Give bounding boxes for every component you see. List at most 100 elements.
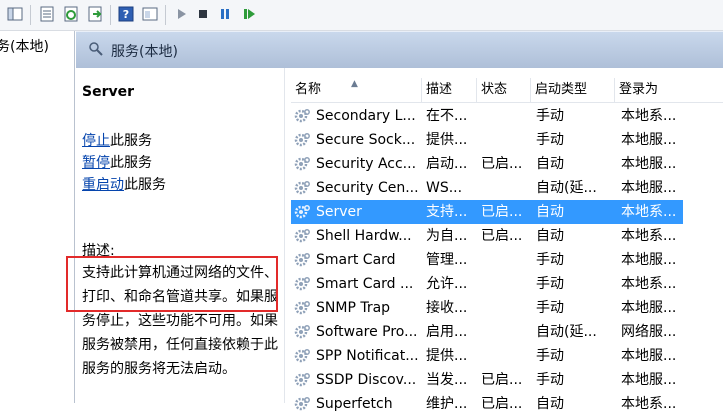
service-name-cell: Server [316,204,362,220]
service-row[interactable]: Software Pro... 启用... 自动(延... 网络服... [291,320,683,344]
service-logon-cell: 本地服... [621,252,677,268]
service-desc-cell: 在不... [426,108,468,124]
service-startup-cell: 手动 [536,300,564,316]
column-header-description[interactable]: 描述 [422,78,477,102]
action-suffix: 此服务 [124,177,166,193]
service-status-cell [481,104,533,128]
service-row[interactable]: Server 支持... 已启... 自动 本地系... [291,200,683,224]
service-row[interactable]: Smart Card ... 允许... 手动 本地系... [291,272,683,296]
service-row[interactable]: Secure Sock... 提供... 手动 本地服... [291,128,683,152]
column-header-status[interactable]: 状态 [477,78,531,102]
toolbar-separator [30,5,31,25]
service-startup-cell: 手动 [536,252,564,268]
services-header-bar: 服务(本地) [76,31,723,68]
svg-text:?: ? [123,8,129,21]
column-header-startup-type[interactable]: 启动类型 [531,78,615,102]
resume-service-icon[interactable] [240,5,258,23]
export-list-icon[interactable] [86,5,104,23]
service-name-cell: SNMP Trap [316,300,391,316]
service-startup-cell: 自动 [536,228,564,244]
service-row[interactable]: Secondary L... 在不... 手动 本地系... [291,104,683,128]
service-status-cell: 已启... [481,156,523,172]
action-suffix: 此服务 [110,133,152,149]
refresh-icon[interactable] [62,5,80,23]
service-row[interactable]: SPP Notificat... 提供... 手动 本地服... [291,344,683,368]
service-startup-cell: 手动 [536,348,564,364]
service-logon-cell: 本地系... [621,108,677,124]
service-logon-cell: 本地系... [621,204,677,220]
service-row[interactable]: Superfetch 维护... 已启... 自动 本地系... [291,392,683,416]
service-status-cell [481,296,533,320]
service-gear-icon [294,132,310,148]
service-row[interactable]: SNMP Trap 接收... 手动 本地服... [291,296,683,320]
help-icon[interactable]: ? [117,5,135,23]
pause-service-link[interactable]: 暂停 [82,155,110,171]
service-row[interactable]: Smart Card 管理... 手动 本地服... [291,248,683,272]
service-startup-cell: 自动 [536,204,564,220]
service-logon-cell: 本地系... [621,396,677,412]
service-logon-cell: 网络服... [621,324,677,340]
column-header-name[interactable]: ▲ 名称 [291,78,422,102]
service-status-cell: 已启... [481,372,523,388]
service-desc-cell: 提供... [426,348,468,364]
service-row[interactable]: Shell Hardw... 为自... 已启... 自动 本地系... [291,224,683,248]
service-desc-cell: 接收... [426,300,468,316]
show-hide-tree-icon[interactable] [6,5,24,23]
toolbar: ? [0,0,723,31]
service-status-cell [481,320,533,344]
service-desc-cell: 启动... [426,156,468,172]
service-status-cell [481,248,533,272]
stop-service-link[interactable]: 停止 [82,133,110,149]
service-status-cell [481,128,533,152]
highlight-annotation-box [66,256,278,312]
column-header-logon-as[interactable]: 登录为 [615,78,723,102]
service-gear-icon [294,204,310,220]
service-gear-icon [294,108,310,124]
service-name-cell: Security Acc... [316,156,417,172]
service-name-cell: Secure Sock... [316,132,416,148]
restart-service-link[interactable]: 重启动 [82,177,124,193]
service-name-cell: Secondary L... [316,108,416,124]
service-desc-cell: 当发... [426,372,468,388]
action-stop: 停止此服务 [82,130,152,150]
service-logon-cell: 本地服... [621,156,677,172]
service-gear-icon [294,156,310,172]
service-desc-cell: 为自... [426,228,468,244]
service-row[interactable]: Security Acc... 启动... 已启... 自动 本地服... [291,152,683,176]
service-logon-cell: 本地服... [621,372,677,388]
service-desc-cell: 提供... [426,132,468,148]
service-name-cell: Smart Card [316,252,396,268]
service-startup-cell: 手动 [536,372,564,388]
tree-item-services-local[interactable]: 务(本地) [0,36,49,56]
service-row[interactable]: Security Cen... WS... 自动(延... 本地服... [291,176,683,200]
pause-service-icon[interactable] [216,5,234,23]
service-startup-cell: 自动(延... [536,324,597,340]
service-name-cell: Superfetch [316,396,393,412]
action-pause: 暂停此服务 [82,152,152,172]
service-row[interactable]: SSDP Discov... 当发... 已启... 手动 本地服... [291,368,683,392]
selected-service-name: Server [82,84,135,100]
toolbar-separator [110,5,111,25]
service-desc-cell: WS... [426,180,463,196]
toolbar-separator [165,5,166,25]
service-status-cell [481,344,533,368]
page-title: 服务(本地) [111,44,178,60]
service-gear-icon [294,372,310,388]
service-logon-cell: 本地服... [621,300,677,316]
service-status-cell: 已启... [481,204,523,220]
service-logon-cell: 本地系... [621,228,677,244]
service-name-cell: Smart Card ... [316,276,414,292]
action-suffix: 此服务 [110,155,152,171]
service-gear-icon [294,252,310,268]
service-gear-icon [294,300,310,316]
view-icon[interactable] [141,5,159,23]
service-desc-cell: 允许... [426,276,468,292]
service-logon-cell: 本地系... [621,276,677,292]
service-gear-icon [294,180,310,196]
service-name-cell: SPP Notificat... [316,348,419,364]
service-gear-icon [294,228,310,244]
service-name-cell: Shell Hardw... [316,228,412,244]
properties-icon[interactable] [38,5,56,23]
stop-service-icon[interactable] [194,5,212,23]
start-service-icon[interactable] [172,5,190,23]
